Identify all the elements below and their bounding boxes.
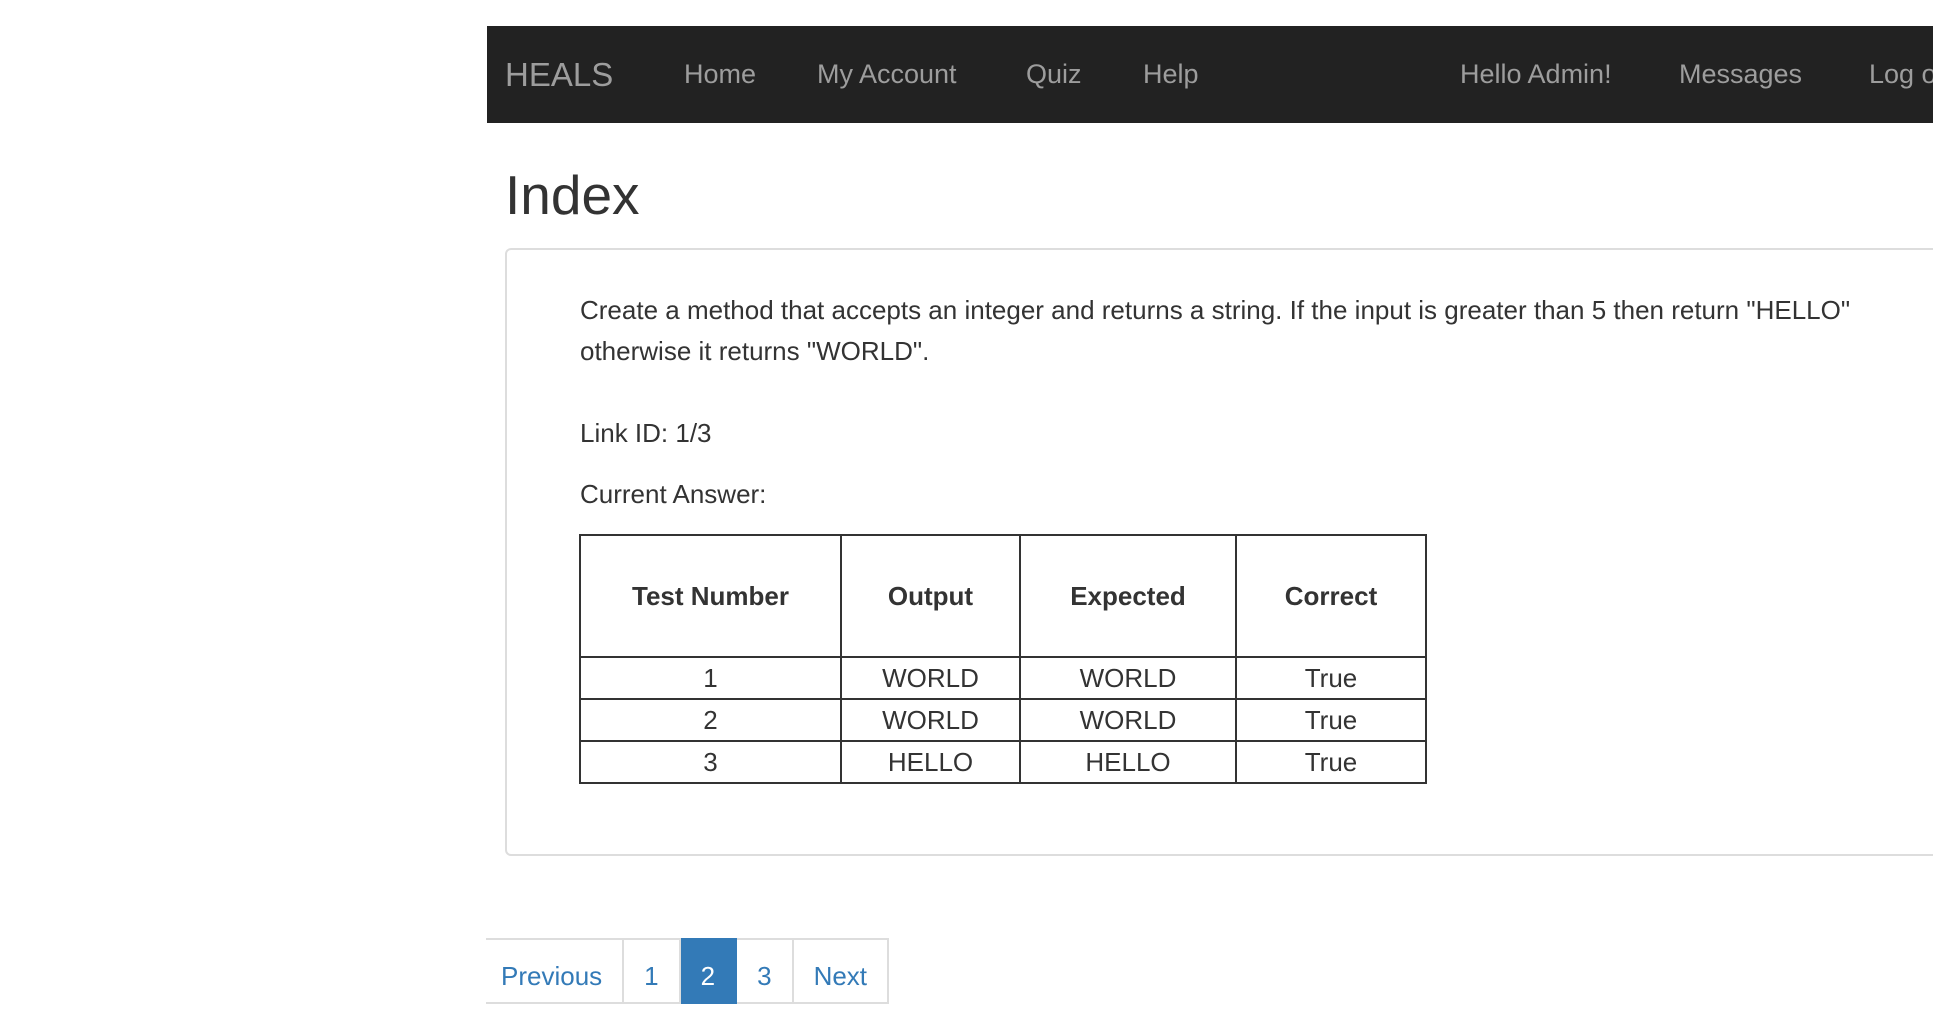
cell-test-number: 3 — [579, 740, 842, 784]
header-output: Output — [840, 534, 1021, 658]
pagination-page-2[interactable]: 2 — [680, 938, 738, 1004]
nav-my-account[interactable]: My Account — [817, 26, 957, 123]
cell-correct: True — [1235, 698, 1427, 742]
header-expected: Expected — [1019, 534, 1237, 658]
page-title: Index — [505, 164, 640, 226]
header-correct: Correct — [1235, 534, 1427, 658]
question-panel: Create a method that accepts an integer … — [505, 248, 1933, 856]
cell-test-number: 1 — [579, 656, 842, 700]
question-description: Create a method that accepts an integer … — [580, 295, 1851, 366]
nav-logout[interactable]: Log out — [1869, 26, 1933, 123]
pagination: Previous 1 2 3 Next — [486, 938, 890, 1004]
cell-test-number: 2 — [579, 698, 842, 742]
pagination-previous[interactable]: Previous — [486, 938, 625, 1004]
table-row: 1 WORLD WORLD True — [579, 656, 1427, 700]
brand-logo[interactable]: HEALS — [505, 26, 613, 123]
results-table: Test Number Output Expected Correct 1 WO… — [579, 534, 1427, 784]
pagination-next[interactable]: Next — [793, 938, 890, 1004]
table-header-row: Test Number Output Expected Correct — [579, 534, 1427, 658]
table-row: 2 WORLD WORLD True — [579, 698, 1427, 742]
nav-quiz[interactable]: Quiz — [1026, 26, 1082, 123]
cell-expected: HELLO — [1019, 740, 1237, 784]
table-row: 3 HELLO HELLO True — [579, 740, 1427, 784]
cell-output: HELLO — [840, 740, 1021, 784]
link-id-label: Link ID: 1/3 — [580, 418, 712, 448]
nav-home[interactable]: Home — [684, 26, 756, 123]
cell-correct: True — [1235, 656, 1427, 700]
cell-correct: True — [1235, 740, 1427, 784]
header-test-number: Test Number — [579, 534, 842, 658]
nav-messages[interactable]: Messages — [1679, 26, 1802, 123]
cell-expected: WORLD — [1019, 656, 1237, 700]
cell-output: WORLD — [840, 656, 1021, 700]
cell-output: WORLD — [840, 698, 1021, 742]
nav-help[interactable]: Help — [1143, 26, 1199, 123]
cell-expected: WORLD — [1019, 698, 1237, 742]
pagination-page-1[interactable]: 1 — [624, 938, 681, 1004]
nav-greeting[interactable]: Hello Admin! — [1460, 26, 1612, 123]
pagination-page-3[interactable]: 3 — [737, 938, 794, 1004]
current-answer-label: Current Answer: — [580, 479, 767, 509]
top-navbar: HEALS Home My Account Quiz Help Hello Ad… — [487, 26, 1933, 123]
